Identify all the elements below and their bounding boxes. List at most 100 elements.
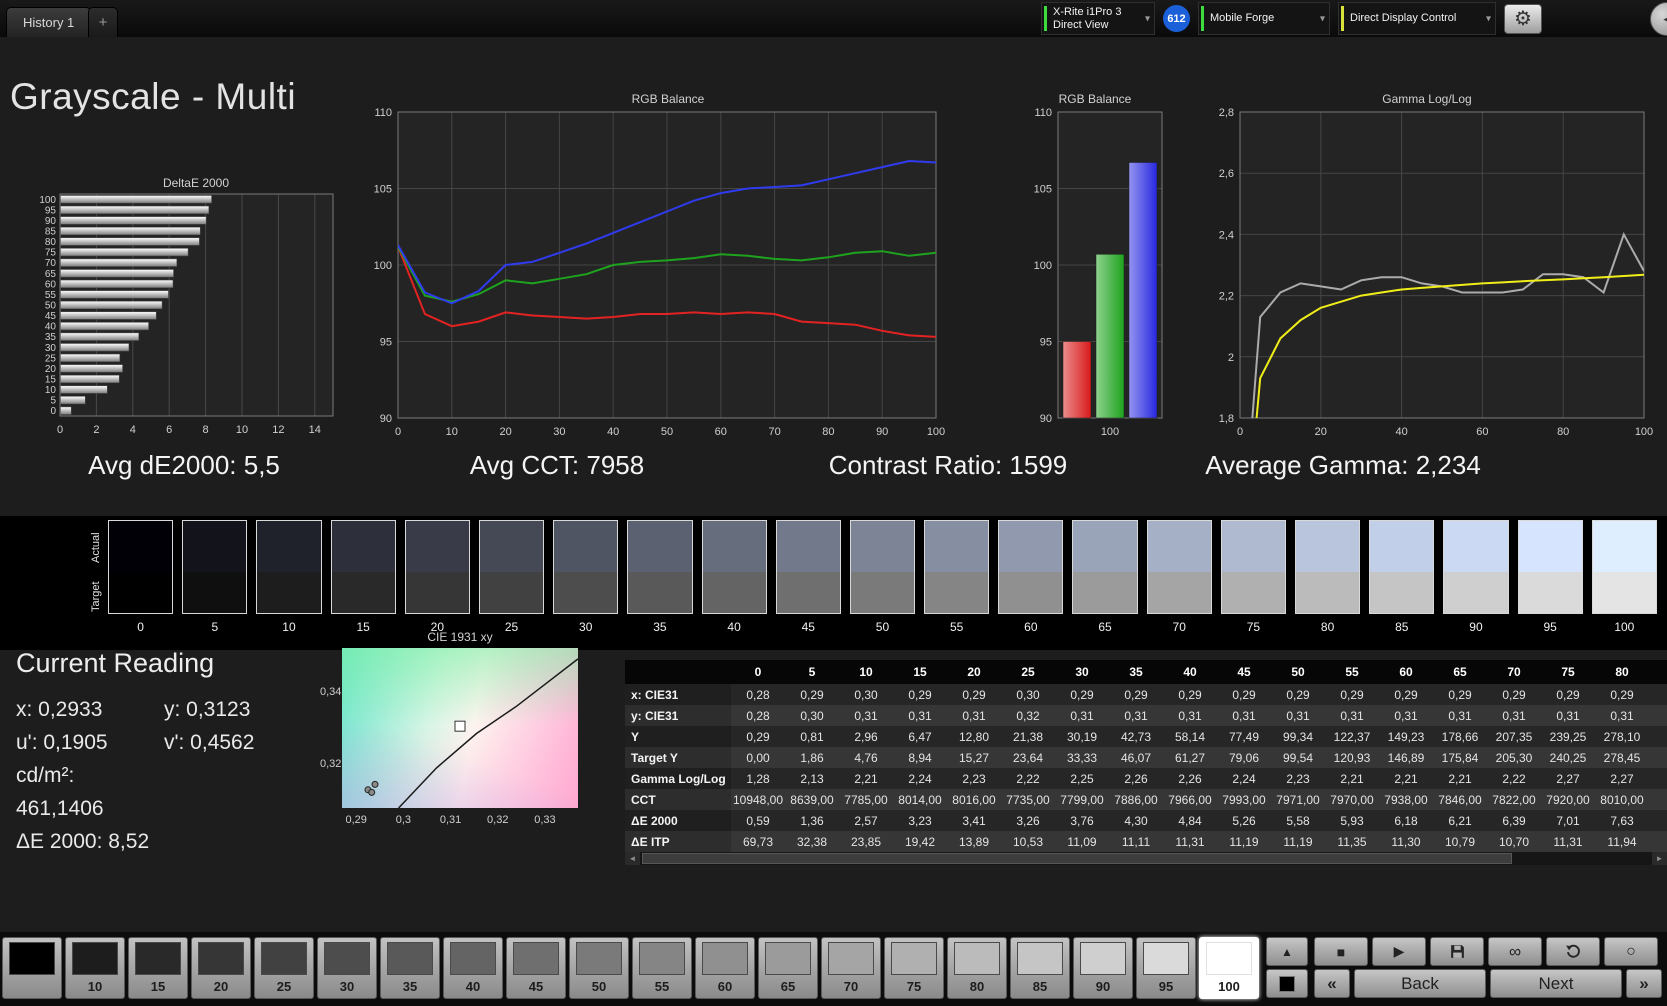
gamma-chart-title: Gamma Log/Log [1382, 92, 1472, 106]
table-cell: 19,42 [893, 831, 947, 852]
svg-text:0: 0 [57, 424, 63, 436]
save-button[interactable] [1430, 937, 1484, 966]
table-cell: 2,23 [947, 768, 1001, 789]
level-button-35[interactable]: 35 [380, 937, 440, 999]
level-button-85[interactable]: 85 [1010, 937, 1070, 999]
table-cell: 2,21 [839, 768, 893, 789]
level-button-70[interactable]: 70 [821, 937, 881, 999]
level-button-90[interactable]: 90 [1073, 937, 1133, 999]
table-cell: 10948,00 [731, 789, 785, 810]
table-cell: 0,31 [1541, 705, 1595, 726]
cie-x-tick-label: 0,33 [534, 814, 556, 826]
level-button-30[interactable]: 30 [317, 937, 377, 999]
level-button-95[interactable]: 95 [1136, 937, 1196, 999]
refresh-button[interactable] [1546, 937, 1600, 966]
level-button-65[interactable]: 65 [758, 937, 818, 999]
level-swatch [450, 942, 496, 975]
meter-count-badge[interactable]: 612 [1163, 5, 1190, 32]
settings-button[interactable]: ⚙ [1504, 3, 1542, 34]
continuous-measure-button[interactable]: ∞ [1488, 937, 1542, 966]
svg-text:12: 12 [272, 424, 284, 436]
svg-text:110: 110 [1034, 108, 1052, 119]
svg-text:100: 100 [39, 195, 56, 206]
table-cell: 0,3 [1649, 705, 1667, 726]
add-tab-button[interactable]: + [88, 7, 118, 37]
table-cell: 7846,00 [1433, 789, 1487, 810]
meter-name: X-Rite i1Pro 3 [1053, 5, 1122, 18]
record-button[interactable]: ○ [1604, 937, 1658, 966]
swatch-cell-15: 15 [330, 520, 396, 634]
level-button-10[interactable]: 10 [65, 937, 125, 999]
table-cell: 0,29 [1271, 684, 1325, 705]
table-cell: 0,29 [1487, 684, 1541, 705]
table-cell: 0,31 [1217, 705, 1271, 726]
expand-up-button[interactable]: ▲ [1266, 937, 1308, 966]
swatch-label: 65 [1098, 620, 1112, 634]
stop-button[interactable]: ■ [1314, 937, 1368, 966]
table-column-header: 80 [1595, 660, 1649, 684]
level-button-45[interactable]: 45 [506, 937, 566, 999]
pattern-window-button[interactable] [1266, 969, 1308, 998]
scroll-right-button[interactable]: ► [1652, 852, 1667, 865]
table-cell: 11,94 [1595, 831, 1649, 852]
back-chevron-button[interactable]: « [1314, 969, 1350, 998]
level-button-100[interactable]: 100 [1199, 937, 1259, 999]
back-button[interactable]: Back [1354, 969, 1486, 998]
svg-text:25: 25 [45, 353, 57, 364]
level-button-15[interactable]: 15 [128, 937, 188, 999]
table-cell: 42,73 [1109, 726, 1163, 747]
meter-selector[interactable]: X-Rite i1Pro 3 Direct View ▾ [1041, 2, 1155, 35]
level-swatch [891, 942, 937, 975]
cie-y-tick-label: 0,34 [320, 685, 342, 698]
next-chevron-button[interactable]: » [1626, 969, 1662, 998]
swatch-cell-60: 60 [998, 520, 1064, 634]
workflow-selector[interactable]: Direct Display Control ▾ [1338, 2, 1496, 35]
swatch-label: 100 [1614, 620, 1635, 634]
svg-text:40: 40 [1395, 426, 1407, 438]
table-horizontal-scrollbar[interactable]: ◄ ► [625, 852, 1667, 865]
cie-chart-title: CIE 1931 xy [427, 630, 493, 644]
table-cell: 2,96 [839, 726, 893, 747]
level-button-80[interactable]: 80 [947, 937, 1007, 999]
table-cell: 11,09 [1055, 831, 1109, 852]
swatch-cell-80: 80 [1295, 520, 1361, 634]
source-selector[interactable]: Mobile Forge ▾ [1198, 2, 1330, 35]
scrollbar-track[interactable] [640, 852, 1652, 865]
level-button-50[interactable]: 50 [569, 937, 629, 999]
svg-text:20: 20 [1315, 426, 1327, 438]
tab-history-1[interactable]: History 1 [6, 7, 92, 37]
table-cell: 4,30 [1109, 810, 1163, 831]
level-button-60[interactable]: 60 [695, 937, 755, 999]
swatch-label: 5 [211, 620, 219, 634]
scroll-left-button[interactable]: ◄ [625, 852, 640, 865]
actual-row-label: Actual [90, 532, 102, 564]
table-cell: 2,21 [1433, 768, 1487, 789]
svg-text:45: 45 [45, 311, 57, 322]
transport-controls: ■ ▶ ∞ ○ « Back Next » [1314, 937, 1662, 1001]
table-cell: 5,58 [1271, 810, 1325, 831]
table-cell: 6,18 [1379, 810, 1433, 831]
measurement-grid: 0510152025303540455055606570758085 x: CIE… [625, 660, 1667, 852]
level-button-20[interactable]: 20 [191, 937, 251, 999]
table-row-label: ΔE ITP [625, 831, 731, 852]
table-row-label: Y [625, 726, 731, 747]
svg-text:110: 110 [374, 108, 392, 119]
collapse-panel-button[interactable]: ◄ [1650, 1, 1667, 36]
svg-text:10: 10 [236, 424, 248, 436]
level-button-40[interactable]: 40 [443, 937, 503, 999]
reading-y: y: 0,3123 [164, 698, 251, 721]
swatch-label: 80 [1320, 620, 1335, 634]
next-button[interactable]: Next [1490, 969, 1622, 998]
table-cell: 7735,00 [1001, 789, 1055, 810]
table-cell: 3,26 [1001, 810, 1055, 831]
level-button-55[interactable]: 55 [632, 937, 692, 999]
rgb-balance-bar-chart: RGB Balance 110 105 100 95 90 100 [1000, 92, 1190, 451]
level-button-label: 25 [276, 979, 292, 994]
level-button-25[interactable]: 25 [254, 937, 314, 999]
scrollbar-thumb[interactable] [642, 853, 1513, 864]
rgb-balance-bar-title: RGB Balance [1058, 92, 1132, 106]
table-cell: 4,76 [839, 747, 893, 768]
level-button-75[interactable]: 75 [884, 937, 944, 999]
play-button[interactable]: ▶ [1372, 937, 1426, 966]
level-button-blank[interactable] [2, 937, 62, 999]
